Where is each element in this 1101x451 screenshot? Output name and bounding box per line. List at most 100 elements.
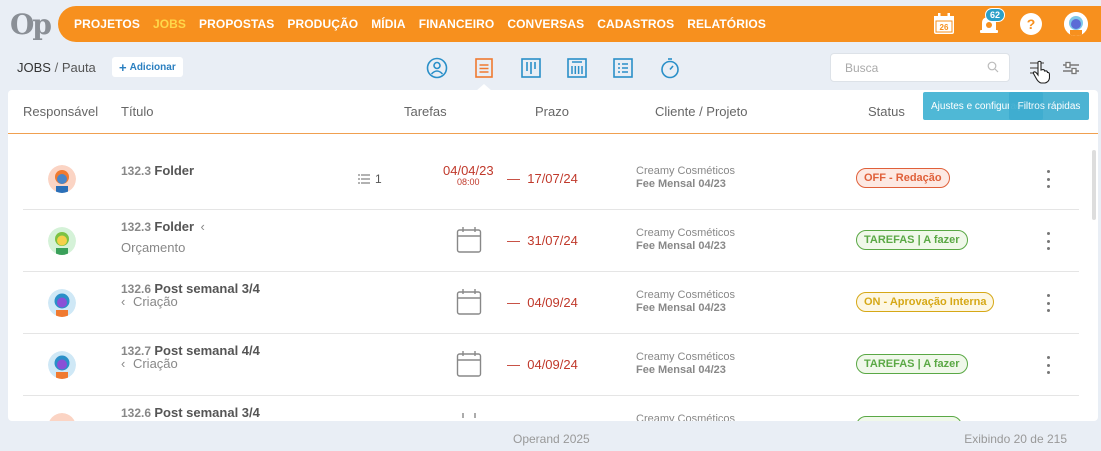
table-row[interactable]: 132.6 Post semanal 3/4 Creamy Cosméticos <box>23 396 1079 421</box>
start-date[interactable]: 04/04/23 08:00 <box>443 164 494 187</box>
job-title[interactable]: Folder <box>154 219 194 234</box>
due-date-value: 17/07/24 <box>527 171 578 186</box>
table-row[interactable]: 132.6 Post semanal 3/4 ‹ Criação — 04/09… <box>23 272 1079 334</box>
due-date[interactable]: — 04/09/24 <box>507 357 578 372</box>
client-name[interactable]: Creamy Cosméticos <box>636 413 735 421</box>
timer-view-icon[interactable] <box>659 57 681 79</box>
due-date[interactable]: — 31/07/24 <box>507 233 578 248</box>
footer-pagination: Exibindo 20 de 215 <box>964 432 1067 446</box>
calendar-icon[interactable]: 26 <box>932 12 956 36</box>
add-button[interactable]: + Adicionar <box>112 57 183 77</box>
operand-logo[interactable]: Op <box>10 8 52 41</box>
more-options-icon[interactable] <box>1045 355 1051 375</box>
notifications-icon[interactable]: 62 <box>977 8 1006 36</box>
chevron-left-icon[interactable]: ‹ <box>121 356 125 371</box>
status-badge[interactable]: OFF - Redação <box>856 168 950 188</box>
chevron-left-icon[interactable]: ‹ <box>121 294 125 309</box>
task-count[interactable]: 1 <box>358 172 382 186</box>
status-badge[interactable]: ON - Aprovação Interna <box>856 292 995 312</box>
list-view-icon[interactable] <box>473 57 495 79</box>
nav-item-projetos[interactable]: PROJETOS <box>74 17 140 31</box>
client-name: Creamy Cosméticos <box>636 289 736 301</box>
search-placeholder: Busca <box>845 60 879 75</box>
due-date-value: 31/07/24 <box>527 233 578 248</box>
settings-sliders-icon[interactable] <box>1061 58 1081 78</box>
nav-item-financeiro[interactable]: FINANCEIRO <box>419 17 495 31</box>
task-list-icon <box>358 174 370 184</box>
chevron-left-icon[interactable]: ‹ <box>200 219 204 234</box>
people-view-icon[interactable] <box>426 57 448 79</box>
notifications-badge: 62 <box>985 8 1006 22</box>
status-badge[interactable]: TAREFAS | A fazer <box>856 230 968 250</box>
job-code: 132.3 <box>121 164 152 178</box>
calendar-day: 26 <box>940 23 949 32</box>
top-navbar: PROJETOS JOBS PROPOSTAS PRODUÇÃO MÍDIA F… <box>58 6 1101 42</box>
footer-copyright: Operand 2025 <box>513 432 590 446</box>
checklist-view-icon[interactable] <box>612 57 634 79</box>
help-icon[interactable]: ? <box>1020 13 1042 35</box>
due-date[interactable]: — 04/09/24 <box>507 295 578 310</box>
avatar <box>48 351 76 379</box>
date-dash: — <box>507 357 520 372</box>
board-view-icon[interactable] <box>566 57 588 79</box>
start-time: 08:00 <box>457 177 480 187</box>
due-date-value: 04/09/24 <box>527 357 578 372</box>
col-titulo[interactable]: Título <box>121 104 154 119</box>
client-project[interactable]: Creamy Cosméticos Fee Mensal 04/23 <box>636 289 735 315</box>
job-title[interactable]: Post semanal 3/4 <box>154 405 260 420</box>
nav-item-midia[interactable]: MÍDIA <box>371 17 406 31</box>
kanban-view-icon[interactable] <box>520 57 542 79</box>
nav-item-jobs[interactable]: JOBS <box>153 17 186 31</box>
jobs-table: Responsável Título Tarefas Prazo Cliente… <box>8 90 1098 421</box>
search-input[interactable]: Busca <box>830 53 1010 82</box>
avatar <box>48 413 76 421</box>
project-name: Fee Mensal 04/23 <box>636 178 726 190</box>
more-options-icon[interactable] <box>1045 293 1051 313</box>
status-badge[interactable]: TAREFAS | A fazer <box>856 354 968 374</box>
project-name: Fee Mensal 04/23 <box>636 240 726 252</box>
col-cliente[interactable]: Cliente / Projeto <box>655 104 748 119</box>
nav-item-cadastros[interactable]: CADASTROS <box>597 17 674 31</box>
task-count-value: 1 <box>375 172 382 186</box>
date-dash: — <box>507 233 520 248</box>
avatar <box>48 165 76 193</box>
calendar-icon[interactable] <box>456 350 482 378</box>
date-dash: — <box>507 295 520 310</box>
client-name: Creamy Cosméticos <box>636 165 736 177</box>
status-badge[interactable] <box>856 416 962 421</box>
job-code: 132.6 <box>121 406 152 420</box>
nav-item-producao[interactable]: PRODUÇÃO <box>287 17 358 31</box>
nav-item-relatorios[interactable]: RELATÓRIOS <box>687 17 766 31</box>
job-phase-label: Criação <box>132 356 178 371</box>
client-project[interactable]: Creamy Cosméticos Fee Mensal 04/23 <box>636 227 735 253</box>
filters-tooltip: Filtros rápidas <box>1009 92 1089 120</box>
breadcrumb-root[interactable]: JOBS <box>17 60 51 75</box>
col-tarefas[interactable]: Tarefas <box>404 104 447 119</box>
col-prazo[interactable]: Prazo <box>535 104 569 119</box>
search-icon <box>987 61 999 73</box>
table-row[interactable]: 132.3 Folder 1 04/04/23 08:00 — 17/07/24… <box>23 148 1079 210</box>
project-name: Fee Mensal 04/23 <box>636 302 726 314</box>
job-title[interactable]: Folder <box>154 163 194 178</box>
avatar <box>48 289 76 317</box>
scrollbar[interactable] <box>1092 150 1096 220</box>
nav-item-conversas[interactable]: CONVERSAS <box>507 17 584 31</box>
calendar-icon[interactable] <box>456 226 482 254</box>
add-button-label: Adicionar <box>129 61 176 73</box>
more-options-icon[interactable] <box>1045 169 1051 189</box>
table-row[interactable]: 132.7 Post semanal 4/4 ‹ Criação — 04/09… <box>23 334 1079 396</box>
nav-item-propostas[interactable]: PROPOSTAS <box>199 17 274 31</box>
col-status[interactable]: Status <box>868 104 905 119</box>
client-project[interactable]: Creamy Cosméticos Fee Mensal 04/23 <box>636 165 735 191</box>
user-avatar[interactable] <box>1064 12 1088 36</box>
more-options-icon[interactable] <box>1045 231 1051 251</box>
table-row[interactable]: 132.3 Folder ‹ Orçamento — 31/07/24 Crea… <box>23 210 1079 272</box>
calendar-icon[interactable] <box>456 288 482 316</box>
calendar-icon[interactable] <box>456 412 482 421</box>
client-project[interactable]: Creamy Cosméticos Fee Mensal 04/23 <box>636 351 735 377</box>
hand-cursor-icon <box>1032 60 1050 84</box>
due-date[interactable]: — 17/07/24 <box>507 171 578 186</box>
client-name: Creamy Cosméticos <box>636 227 736 239</box>
col-responsavel[interactable]: Responsável <box>23 104 98 119</box>
project-name: Fee Mensal 04/23 <box>636 364 726 376</box>
